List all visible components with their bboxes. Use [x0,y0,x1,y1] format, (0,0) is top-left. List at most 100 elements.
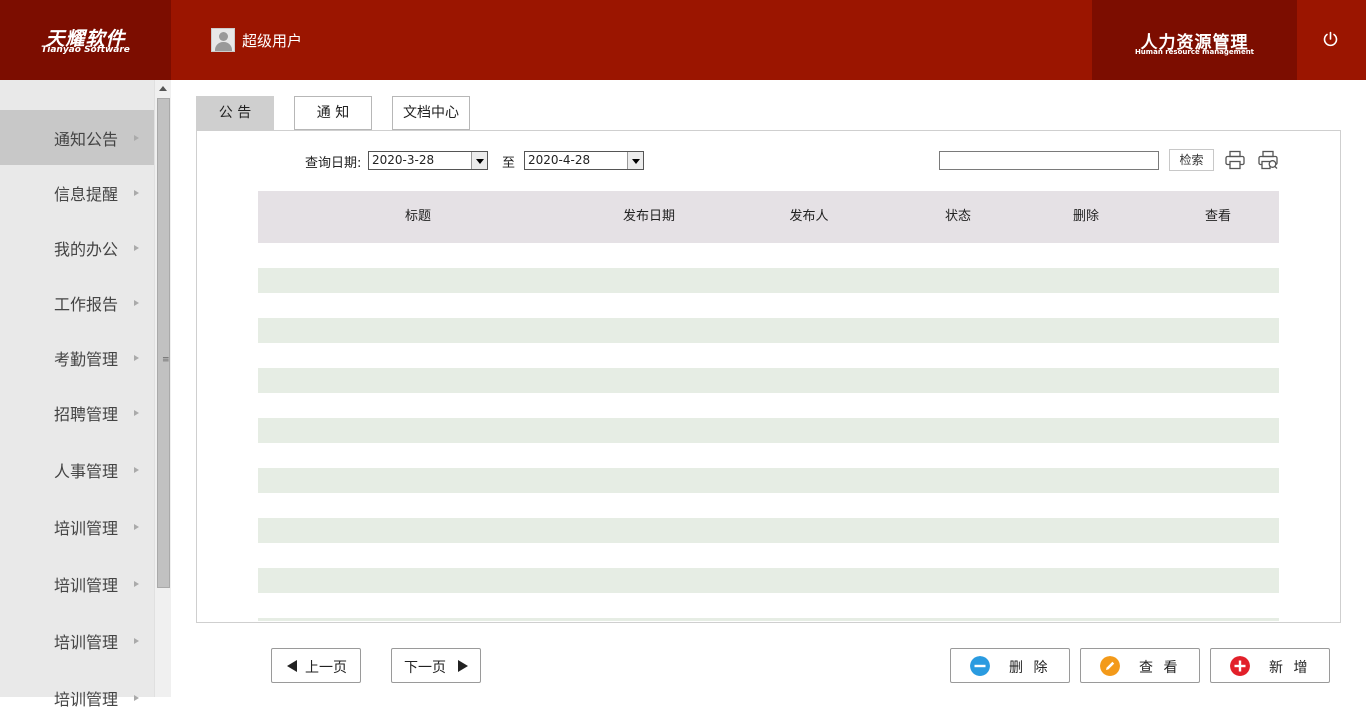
table-row[interactable] [258,368,1279,393]
power-icon[interactable] [1322,31,1339,48]
table-header: 标题 发布日期 发布人 状态 删除 查看 [258,191,1279,243]
arrow-right-icon [458,660,468,672]
next-page-label: 下一页 [404,660,446,676]
add-label: 新 增 [1269,660,1311,676]
sidebar-item-label: 信息提醒 [53,184,118,204]
sidebar-item-label: 培训管理 [53,518,118,538]
tab-announcements[interactable]: 公 告 [196,96,274,130]
chevron-right-icon [134,637,139,644]
chevron-right-icon [134,466,139,473]
column-header-date: 发布日期 [622,209,676,224]
table-row[interactable] [258,568,1279,593]
delete-label: 删 除 [1009,660,1051,676]
sidebar-item-label: 培训管理 [53,632,118,652]
chevron-right-icon [134,354,139,361]
view-label: 查 看 [1139,660,1181,676]
sidebar-item-label: 工作报告 [53,294,118,314]
tab-notifications[interactable]: 通 知 [294,96,372,130]
table-row[interactable] [258,618,1279,621]
date-label: 查询日期: [305,156,362,171]
table-row[interactable] [258,543,1279,568]
column-header-title: 标题 [404,209,432,224]
table-row[interactable] [258,293,1279,318]
sidebar-item-personnel[interactable]: 人事管理 [0,442,154,497]
start-date-select[interactable]: 2020-3-28 [368,151,488,170]
sidebar-item-reminders[interactable]: 信息提醒 [0,165,154,220]
table-row[interactable] [258,318,1279,343]
user-name: 超级用户 [242,31,303,50]
print-preview-icon[interactable] [1257,149,1279,171]
system-title-en: Human resource management [1134,48,1255,56]
dropdown-arrow-icon [471,152,487,169]
top-header: 天耀软件 Tianyao Software 超级用户 人力资源管理 Human … [0,0,1366,80]
table-row[interactable] [258,443,1279,468]
start-date-value: 2020-3-28 [372,153,435,167]
table-row[interactable] [258,518,1279,543]
plus-circle-icon [1230,656,1250,676]
table-row[interactable] [258,593,1279,618]
sidebar-item-label: 培训管理 [53,575,118,595]
chevron-right-icon [134,694,139,701]
end-date-value: 2020-4-28 [528,153,591,167]
sidebar: 通知公告 信息提醒 我的办公 工作报告 考勤管理 招聘管理 人事管理 培训管理 … [0,80,154,709]
sidebar-item-label: 通知公告 [53,129,118,149]
column-header-delete: 删除 [1072,209,1100,224]
grip-icon: ≡ [162,355,170,365]
table-row[interactable] [258,493,1279,518]
column-header-status: 状态 [944,209,972,224]
pencil-circle-icon [1100,656,1120,676]
chevron-right-icon [134,523,139,530]
chevron-right-icon [134,244,139,251]
scroll-up-icon[interactable] [159,86,167,91]
dropdown-arrow-icon [627,152,643,169]
table-row[interactable] [258,243,1279,268]
sidebar-item-attendance[interactable]: 考勤管理 [0,330,154,385]
chevron-right-icon [134,409,139,416]
sidebar-item-label: 我的办公 [53,239,118,259]
logo: 天耀软件 Tianyao Software [0,0,171,80]
table-row[interactable] [258,468,1279,493]
search-button[interactable]: 检索 [1169,149,1214,171]
column-header-view: 查看 [1204,209,1232,224]
sidebar-item-work-report[interactable]: 工作报告 [0,275,154,330]
sidebar-item-training[interactable]: 培训管理 [0,499,154,554]
add-button[interactable]: 新 增 [1210,648,1330,683]
chevron-right-icon [134,189,139,196]
print-icon[interactable] [1224,149,1246,171]
delete-button[interactable]: 删 除 [950,648,1070,683]
sidebar-item-my-office[interactable]: 我的办公 [0,220,154,275]
prev-page-button[interactable]: 上一页 [271,648,361,683]
end-date-select[interactable]: 2020-4-28 [524,151,644,170]
view-button[interactable]: 查 看 [1080,648,1200,683]
chevron-right-icon [134,134,139,141]
minus-circle-icon [970,656,990,676]
search-input[interactable] [939,151,1159,170]
sidebar-item-recruitment[interactable]: 招聘管理 [0,385,154,440]
current-user[interactable]: 超级用户 [211,28,302,52]
tab-documents[interactable]: 文档中心 [392,96,470,130]
sidebar-item-label: 考勤管理 [53,349,118,369]
sidebar-item-training[interactable]: 培训管理 [0,556,154,611]
sidebar-item-label: 招聘管理 [53,404,118,424]
to-label: 至 [502,156,516,171]
table-row[interactable] [258,393,1279,418]
table-row[interactable] [258,343,1279,368]
sidebar-item-label: 人事管理 [53,461,118,481]
table-row[interactable] [258,418,1279,443]
system-title: 人力资源管理 Human resource management [1092,0,1297,80]
sidebar-scrollbar[interactable]: ≡ [154,80,171,697]
sidebar-item-training[interactable]: 培训管理 [0,670,154,725]
chevron-right-icon [134,580,139,587]
chevron-right-icon [134,299,139,306]
sidebar-item-label: 培训管理 [53,689,118,709]
next-page-button[interactable]: 下一页 [391,648,481,683]
avatar-icon [211,28,235,52]
sidebar-item-training[interactable]: 培训管理 [0,613,154,668]
scroll-thumb[interactable]: ≡ [157,98,170,588]
arrow-left-icon [287,660,297,672]
table-row[interactable] [258,268,1279,293]
prev-page-label: 上一页 [305,660,347,676]
logo-subtext: Tianyao Software [41,45,130,55]
column-header-publisher: 发布人 [789,209,829,224]
sidebar-item-notices[interactable]: 通知公告 [0,110,154,165]
